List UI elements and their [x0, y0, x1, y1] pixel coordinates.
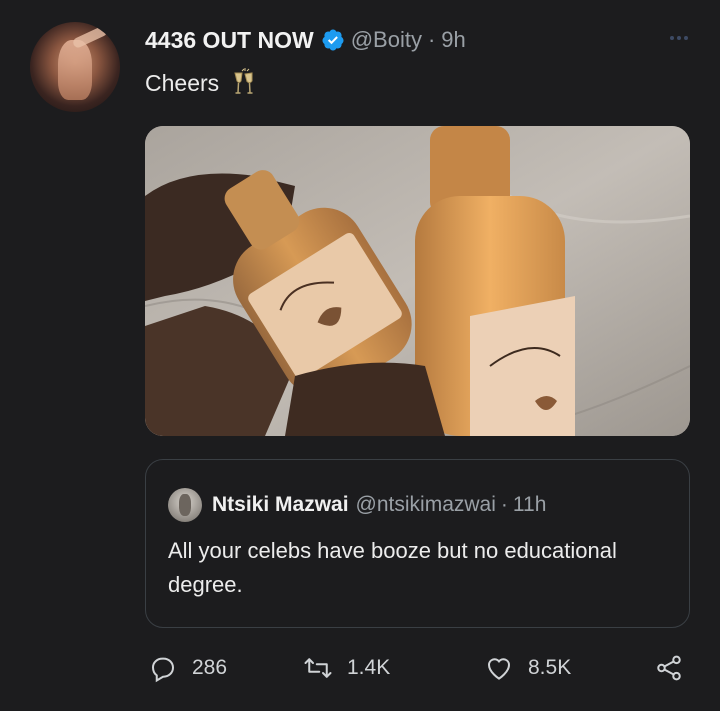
more-options-icon[interactable]: [670, 36, 688, 40]
retweet-icon: [304, 658, 332, 678]
quoted-timestamp: 11h: [512, 493, 547, 516]
tweet-text: Cheers: [145, 68, 259, 98]
share-icon: [657, 655, 681, 681]
author-display-name[interactable]: 4436 OUT NOW: [145, 27, 314, 54]
tweet-timestamp[interactable]: 9h: [441, 27, 465, 53]
like-button[interactable]: 8.5K: [484, 648, 571, 688]
tweet-photo[interactable]: [145, 126, 690, 436]
reply-count: 286: [192, 656, 228, 679]
tweet-header: 4436 OUT NOW @Boity · 9h: [145, 22, 466, 58]
quoted-tweet-header: Ntsiki Mazwai @ntsikimazwai · 11h: [168, 488, 546, 522]
reply-button[interactable]: 286: [148, 648, 227, 688]
author-avatar[interactable]: [30, 22, 120, 112]
tweet-text-body: Cheers: [145, 69, 220, 96]
quoted-author-name: Ntsiki Mazwai: [212, 493, 349, 516]
like-count: 8.5K: [528, 656, 572, 679]
retweet-button[interactable]: 1.4K: [303, 648, 390, 688]
quoted-author-avatar: [168, 488, 202, 522]
quoted-tweet[interactable]: Ntsiki Mazwai @ntsikimazwai · 11h All yo…: [145, 459, 690, 628]
header-separator: ·: [427, 27, 436, 52]
tweet-actions-bar: 286 1.4K 8.5K: [0, 648, 720, 688]
photo-bottles-illustration: [145, 126, 690, 436]
heart-icon: [487, 658, 511, 680]
clinking-glasses-icon: [234, 68, 253, 94]
avatar-figure: [58, 40, 92, 100]
quoted-tweet-text: All your celebs have booze but no educat…: [168, 538, 617, 597]
reply-icon: [151, 657, 175, 683]
retweet-count: 1.4K: [347, 656, 391, 679]
verified-badge-icon: [322, 29, 344, 51]
quoted-separator: ·: [500, 493, 508, 516]
quoted-author-handle: @ntsikimazwai: [355, 493, 496, 516]
author-handle[interactable]: @Boity: [351, 27, 422, 53]
avatar-arm: [71, 24, 109, 50]
share-button[interactable]: [654, 648, 684, 688]
